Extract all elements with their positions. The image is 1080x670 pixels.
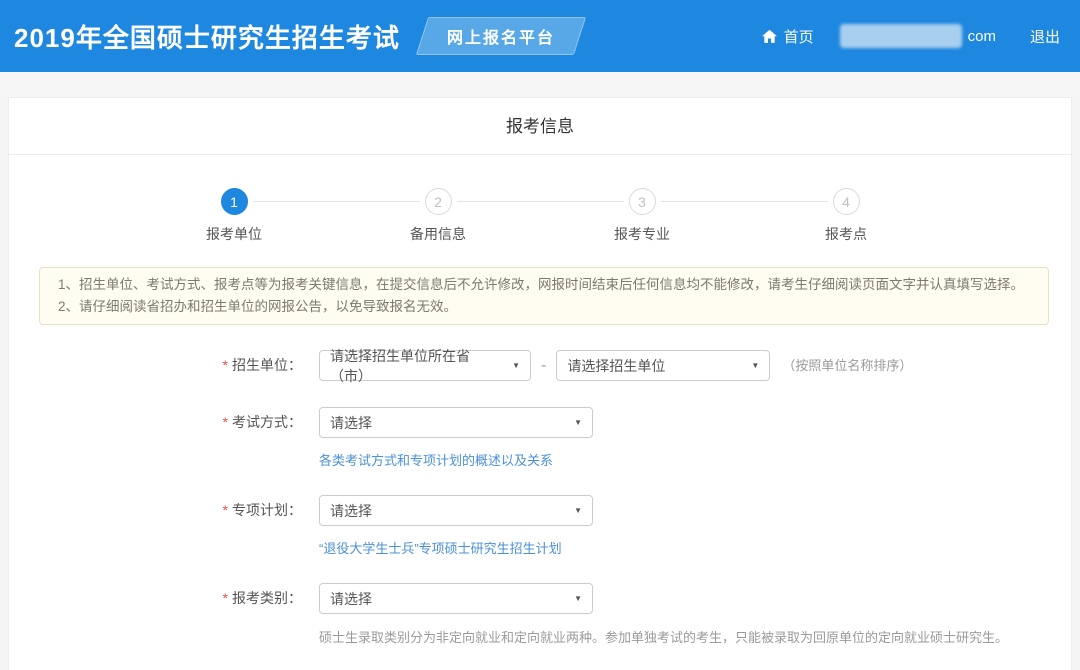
category-select-value: 请选择 [330, 589, 372, 609]
dropdown-arrow-icon: ▼ [512, 361, 520, 370]
step-4-exam-site: 4 报考点 [784, 188, 908, 244]
exam-mode-help-link[interactable]: 各类考试方式和专项计划的概述以及关系 [319, 453, 553, 468]
category-label: *报考类别： [9, 583, 319, 614]
unit-sort-note: （按照单位名称排序） [782, 350, 912, 381]
exam-mode-field: 请选择 ▼ 各类考试方式和专项计划的概述以及关系 [319, 407, 593, 469]
step-3-label: 报考专业 [614, 224, 670, 244]
platform-badge-label: 网上报名平台 [447, 24, 555, 48]
special-plan-select[interactable]: 请选择 ▼ [319, 495, 593, 526]
header-nav: 首页 com 退出 [761, 24, 1060, 48]
step-4-label: 报考点 [825, 224, 867, 244]
required-asterisk: * [223, 590, 228, 606]
notice-box: 1、招生单位、考试方式、报考点等为报考关键信息，在提交信息后不允许修改，网报时间… [39, 267, 1049, 325]
sub-strip [0, 72, 1080, 97]
home-icon [761, 28, 778, 45]
notice-line-2: 2、请仔细阅读省招办和招生单位的网报公告，以免导致报名无效。 [58, 296, 1030, 318]
notice-line-1: 1、招生单位、考试方式、报考点等为报考关键信息，在提交信息后不允许修改，网报时间… [58, 274, 1030, 296]
required-asterisk: * [223, 414, 228, 430]
required-asterisk: * [223, 502, 228, 518]
form-row-category: *报考类别： 请选择 ▼ 硕士生录取类别分为非定向就业和定向就业两种。参加单独考… [9, 583, 1071, 646]
special-plan-label: *专项计划： [9, 495, 319, 526]
form-row-admission-unit: *招生单位： 请选择招生单位所在省（市） ▼ - 请选择招生单位 ▼ （按照单位… [9, 350, 1071, 381]
special-plan-help-link[interactable]: “退役大学生士兵”专项硕士研究生招生计划 [319, 541, 562, 556]
category-select[interactable]: 请选择 ▼ [319, 583, 593, 614]
step-2-backup-info: 2 备用信息 [376, 188, 500, 244]
step-3-circle: 3 [629, 188, 656, 215]
exam-mode-select-value: 请选择 [330, 413, 372, 433]
main-panel: 报考信息 1 报考单位 2 备用信息 3 报考专业 4 报考点 1、招生单位、考… [8, 97, 1072, 670]
step-1-label: 报考单位 [206, 224, 262, 244]
application-form: *招生单位： 请选择招生单位所在省（市） ▼ - 请选择招生单位 ▼ （按照单位… [9, 350, 1071, 670]
home-link[interactable]: 首页 [761, 26, 814, 47]
logout-link-label: 退出 [1030, 26, 1060, 47]
step-1-circle: 1 [221, 188, 248, 215]
username-suffix: com [968, 28, 996, 45]
category-field: 请选择 ▼ 硕士生录取类别分为非定向就业和定向就业两种。参加单独考试的考生，只能… [319, 583, 1008, 646]
exam-mode-label: *考试方式： [9, 407, 319, 438]
exam-mode-select[interactable]: 请选择 ▼ [319, 407, 593, 438]
step-3-major: 3 报考专业 [580, 188, 704, 244]
category-note: 硕士生录取类别分为非定向就业和定向就业两种。参加单独考试的考生，只能被录取为回原… [319, 627, 1008, 646]
dropdown-arrow-icon: ▼ [574, 418, 582, 427]
dropdown-arrow-icon: ▼ [574, 506, 582, 515]
platform-badge: 网上报名平台 [416, 17, 586, 55]
site-title: 2019年全国硕士研究生招生考试 [14, 18, 400, 55]
dropdown-arrow-icon: ▼ [574, 594, 582, 603]
select-separator: - [541, 350, 546, 381]
province-select[interactable]: 请选择招生单位所在省（市） ▼ [319, 350, 531, 381]
admission-unit-select[interactable]: 请选择招生单位 ▼ [556, 350, 770, 381]
form-row-exam-mode: *考试方式： 请选择 ▼ 各类考试方式和专项计划的概述以及关系 [9, 407, 1071, 469]
admission-unit-label: *招生单位： [9, 350, 319, 381]
step-2-label: 备用信息 [410, 224, 466, 244]
admission-unit-select-value: 请选择招生单位 [567, 356, 665, 376]
step-track [234, 201, 846, 202]
special-plan-select-value: 请选择 [330, 501, 372, 521]
top-header: 2019年全国硕士研究生招生考试 网上报名平台 首页 com 退出 [0, 0, 1080, 72]
step-1-unit: 1 报考单位 [172, 188, 296, 244]
step-2-circle: 2 [425, 188, 452, 215]
dropdown-arrow-icon: ▼ [751, 361, 759, 370]
page-title: 报考信息 [9, 98, 1071, 155]
province-select-value: 请选择招生单位所在省（市） [330, 346, 504, 386]
step-indicator: 1 报考单位 2 备用信息 3 报考专业 4 报考点 [172, 188, 908, 244]
masked-username [840, 24, 962, 48]
home-link-label: 首页 [784, 26, 814, 47]
logout-link[interactable]: 退出 [1030, 26, 1060, 47]
form-row-special-plan: *专项计划： 请选择 ▼ “退役大学生士兵”专项硕士研究生招生计划 [9, 495, 1071, 557]
step-4-circle: 4 [833, 188, 860, 215]
special-plan-field: 请选择 ▼ “退役大学生士兵”专项硕士研究生招生计划 [319, 495, 593, 557]
required-asterisk: * [223, 357, 228, 373]
